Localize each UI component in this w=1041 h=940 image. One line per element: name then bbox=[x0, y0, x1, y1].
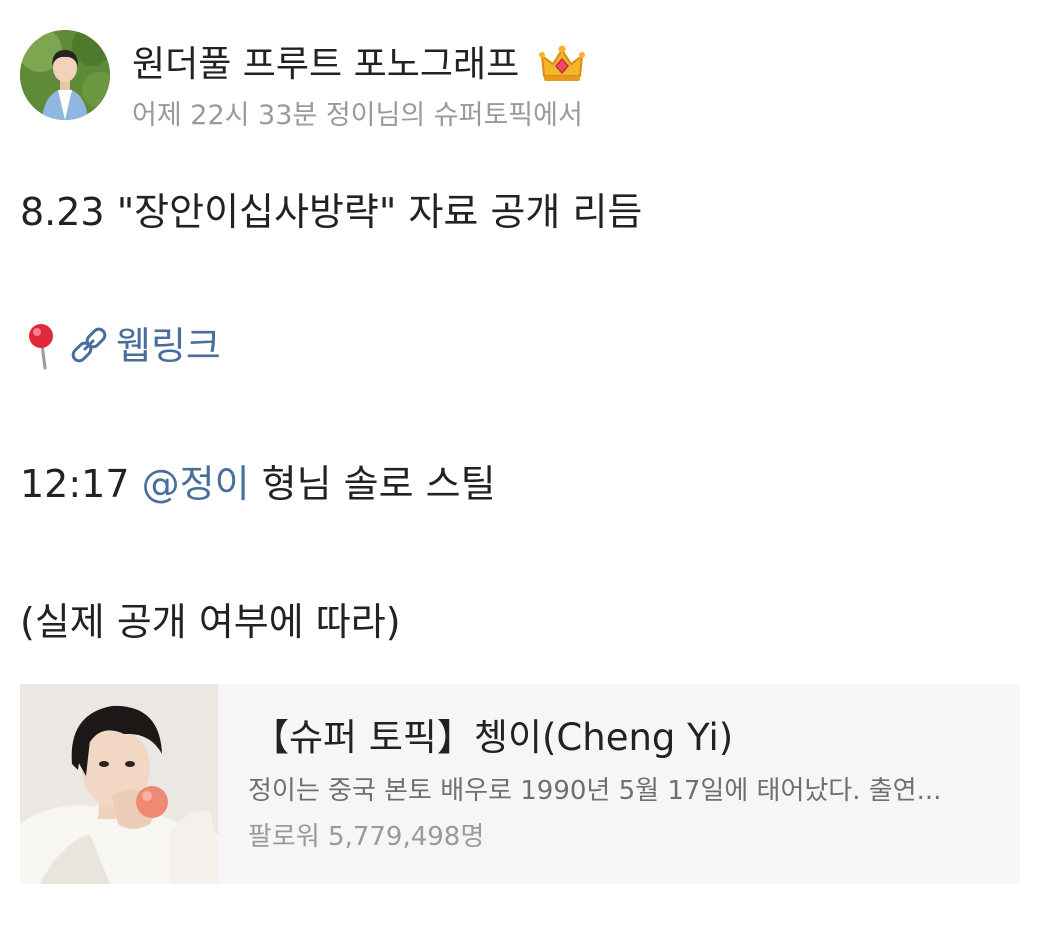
topic-title[interactable]: 【슈퍼 토픽】쳉이(Cheng Yi) bbox=[252, 712, 733, 764]
crown-icon bbox=[538, 42, 586, 86]
post-meta: 어제 22시 33분 정이님의 슈퍼토픽에서 bbox=[132, 100, 583, 131]
link-icon bbox=[68, 320, 112, 372]
post-line-title: 8.23 "장안이십사방략" 자료 공개 리듬 bbox=[20, 190, 643, 234]
post-line-note: (실제 공개 여부에 따라) bbox=[20, 600, 401, 644]
post-line-rest: 형님 솔로 스틸 bbox=[261, 462, 496, 506]
topic-followers: 팔로워 5,779,498명 bbox=[248, 822, 485, 852]
super-topic-card[interactable]: 【슈퍼 토픽】쳉이(Cheng Yi) 정이는 중국 본토 배우로 1990년 … bbox=[20, 684, 1020, 884]
topic-description: 정이는 중국 본토 배우로 1990년 5월 17일에 태어났다. 출연... bbox=[248, 776, 942, 806]
mention-link[interactable]: @정이 bbox=[142, 462, 250, 506]
username[interactable]: 원더풀 프루트 포노그래프 bbox=[132, 40, 519, 90]
avatar[interactable] bbox=[20, 30, 110, 120]
post-time: 12:17 bbox=[20, 462, 130, 506]
pin-icon bbox=[20, 320, 66, 372]
web-link-label[interactable]: 웹링크 bbox=[116, 324, 221, 368]
topic-thumbnail bbox=[20, 684, 218, 884]
web-link[interactable]: 웹링크 bbox=[20, 320, 221, 372]
post-line-still: 12:17 @정이 형님 솔로 스틸 bbox=[20, 458, 496, 510]
